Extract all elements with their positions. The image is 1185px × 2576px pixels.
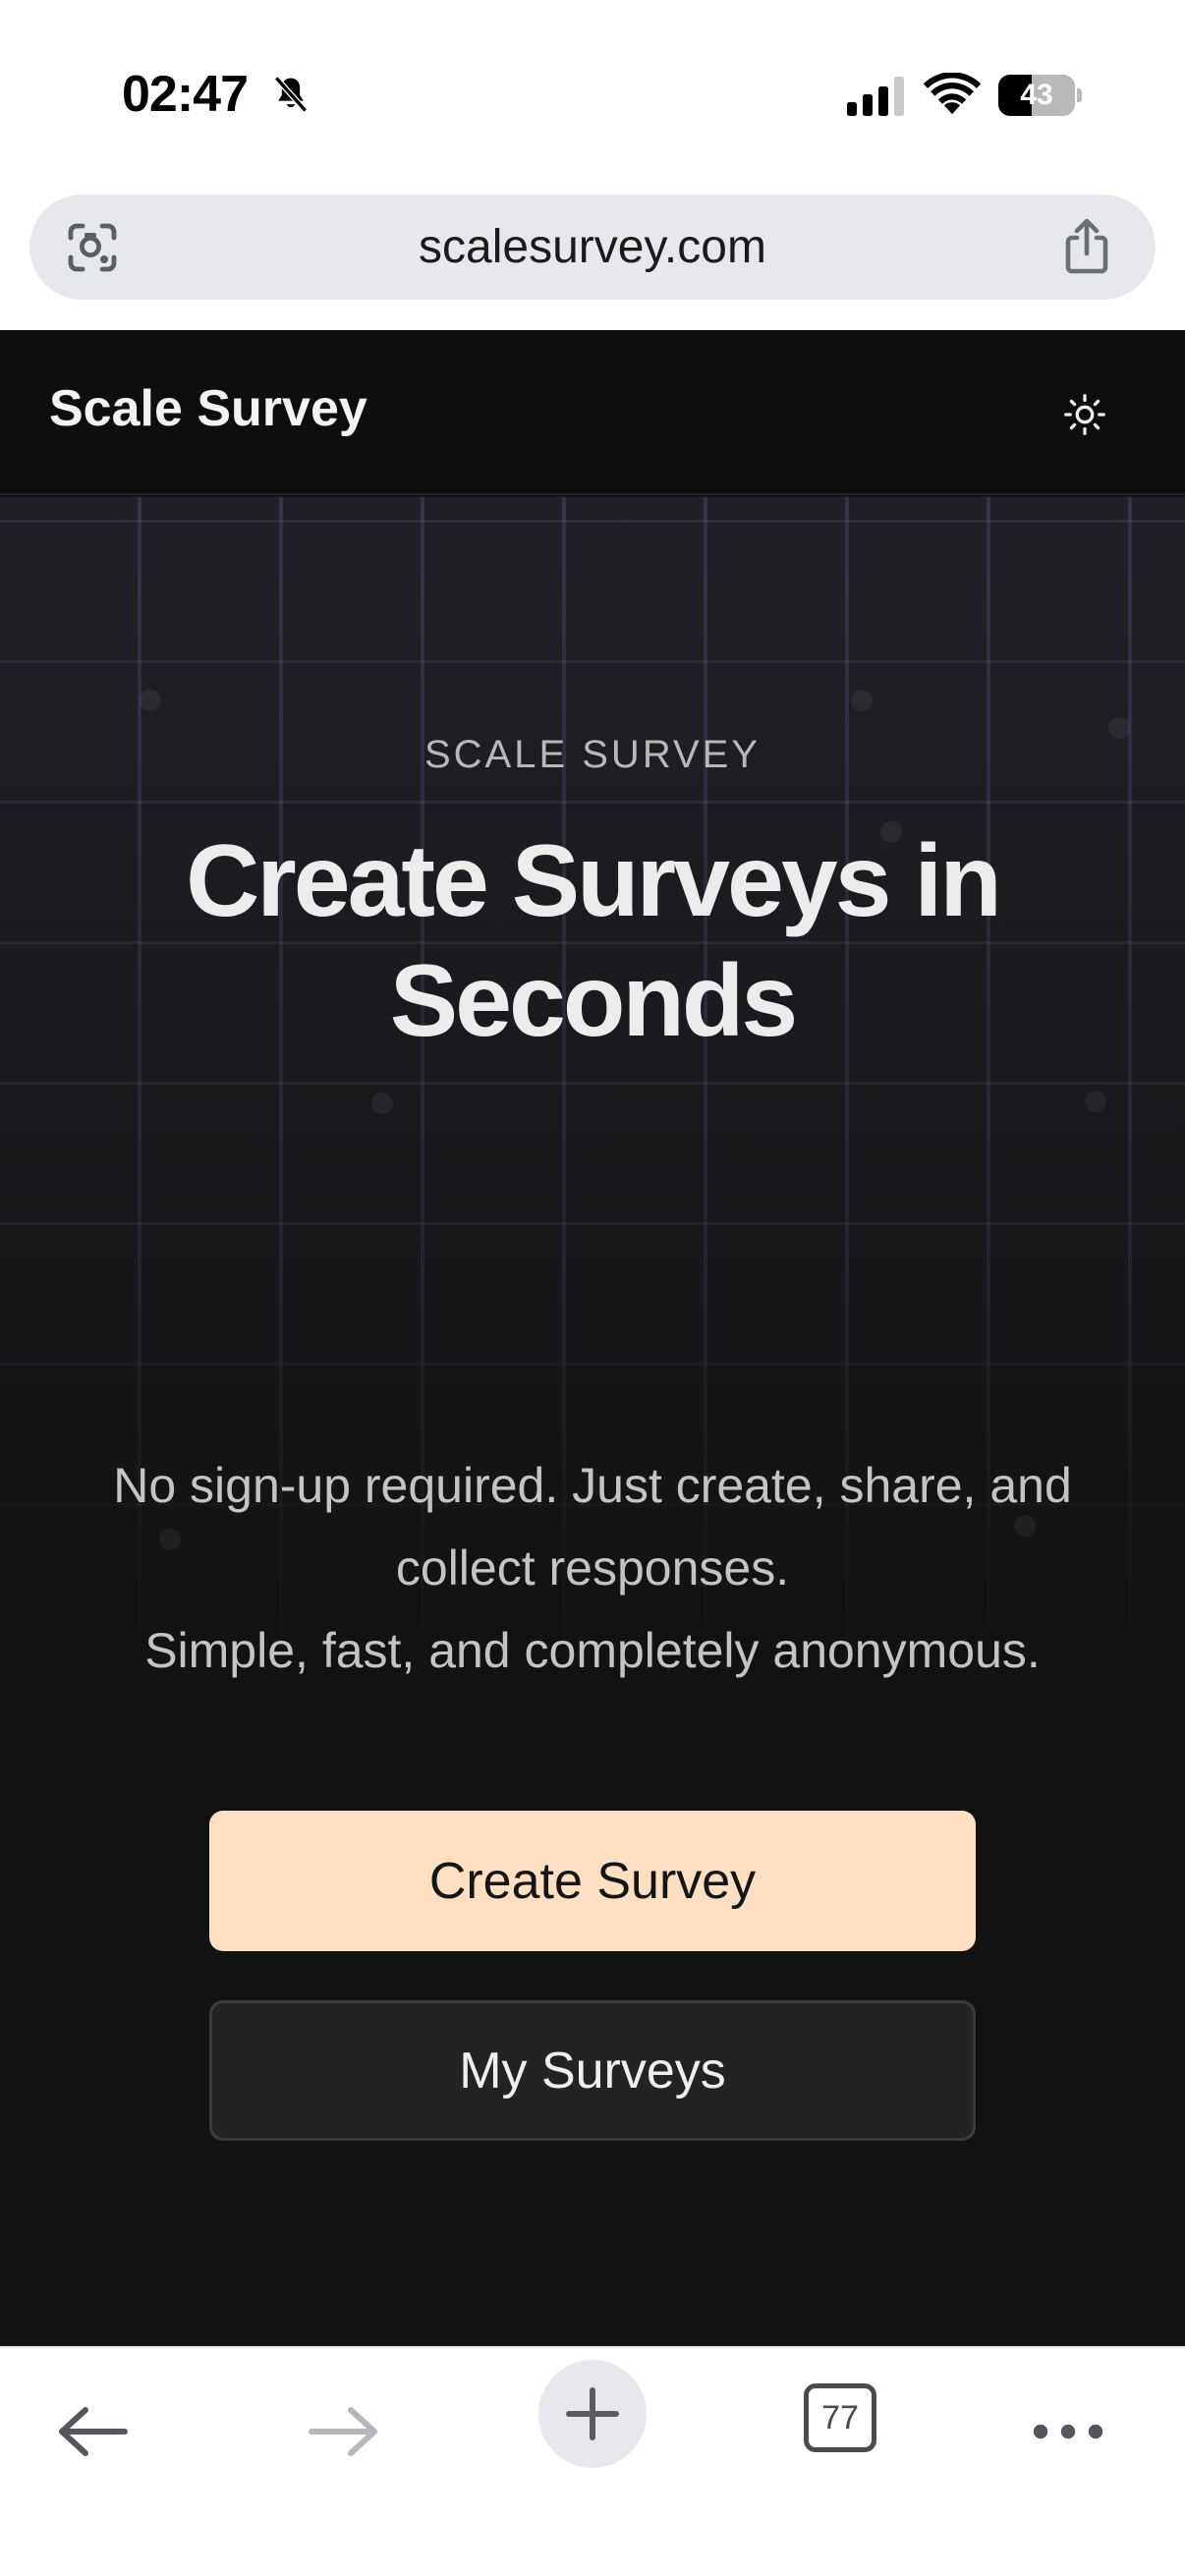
status-time: 02:47 bbox=[122, 66, 249, 123]
background-dot bbox=[371, 1092, 393, 1114]
web-page: Scale Survey SCALE SURVEY Create Surveys… bbox=[0, 330, 1185, 2346]
hero-headline: Create Surveys in Seconds bbox=[186, 824, 1002, 1058]
hero-subtitle-secondary: Simple, fast, and completely anonymous. bbox=[144, 1623, 1041, 1678]
battery-nub bbox=[1077, 88, 1082, 102]
lens-icon[interactable] bbox=[65, 220, 120, 275]
battery-level: 43 bbox=[1020, 79, 1053, 111]
background-dot bbox=[851, 690, 873, 711]
theme-toggle-button[interactable] bbox=[1057, 387, 1112, 442]
sun-icon bbox=[1064, 394, 1105, 435]
forward-button[interactable] bbox=[289, 2378, 397, 2486]
plus-icon bbox=[566, 2387, 619, 2440]
my-surveys-button[interactable]: My Surveys bbox=[209, 2000, 976, 2141]
more-dots-icon bbox=[1033, 2424, 1103, 2439]
back-button[interactable] bbox=[39, 2378, 147, 2486]
tabs-icon[interactable]: 77 bbox=[804, 2383, 876, 2452]
hero-eyebrow: SCALE SURVEY bbox=[423, 733, 762, 776]
hero-subtitle: No sign-up required. Just create, share,… bbox=[113, 1458, 1072, 1596]
wifi-icon bbox=[924, 73, 981, 115]
browser-toolbar: 77 bbox=[0, 2346, 1185, 2576]
battery-indicator: 43 bbox=[998, 75, 1082, 116]
background-dot bbox=[1085, 1091, 1106, 1112]
phone-screen: 02:47 43 scalesurvey.com Scale Survey SC… bbox=[0, 0, 1185, 2576]
back-arrow-icon bbox=[59, 2407, 128, 2456]
background-dot bbox=[140, 690, 161, 711]
forward-arrow-icon bbox=[309, 2407, 377, 2456]
bell-muted-icon bbox=[274, 76, 308, 113]
site-brand[interactable]: Scale Survey bbox=[49, 379, 367, 438]
address-bar[interactable]: scalesurvey.com bbox=[29, 195, 1156, 300]
status-bar: 02:47 43 bbox=[0, 0, 1185, 182]
share-icon[interactable] bbox=[1057, 216, 1116, 277]
battery-body: 43 bbox=[998, 75, 1075, 116]
url-text[interactable]: scalesurvey.com bbox=[29, 195, 1156, 300]
more-button[interactable] bbox=[1014, 2378, 1122, 2486]
create-survey-button[interactable]: Create Survey bbox=[209, 1811, 976, 1951]
new-tab-button[interactable] bbox=[538, 2360, 647, 2468]
site-header: Scale Survey bbox=[0, 330, 1185, 495]
signal-icon bbox=[847, 77, 904, 116]
